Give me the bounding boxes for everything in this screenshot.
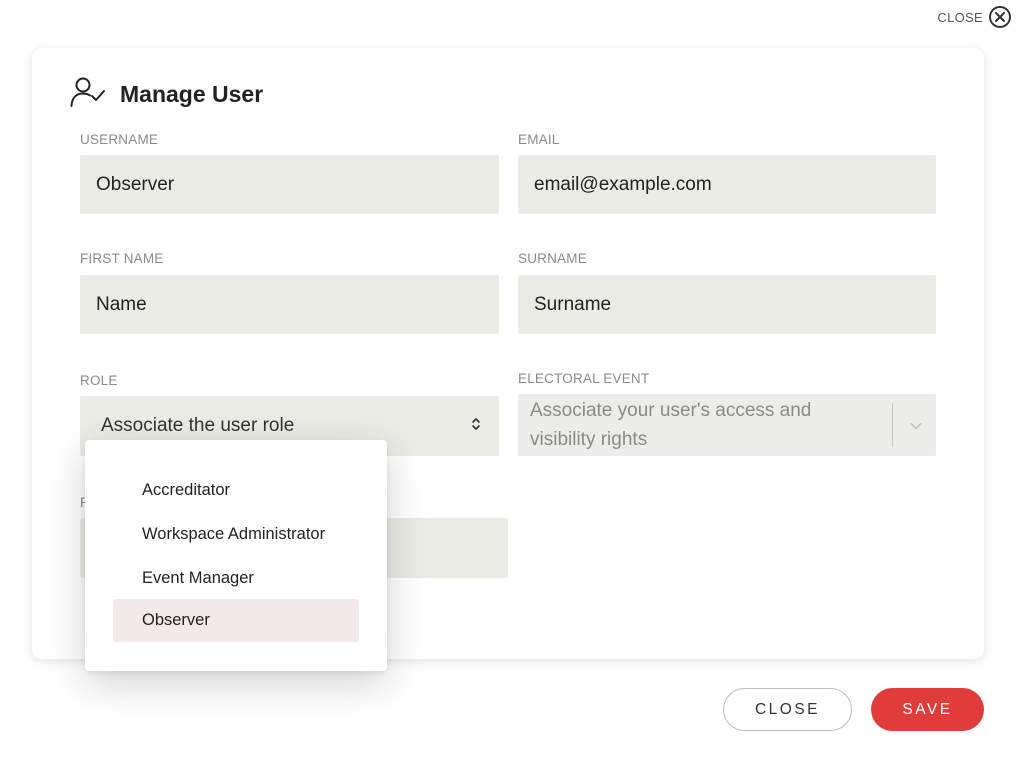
- surname-label: SURNAME: [518, 251, 587, 266]
- surname-value: Surname: [534, 293, 612, 315]
- electoral-event-placeholder-line2: visibility rights: [530, 429, 648, 450]
- role-label: ROLE: [80, 373, 118, 388]
- email-label: EMAIL: [518, 132, 560, 147]
- select-divider: [892, 403, 893, 447]
- close-button[interactable]: CLOSE: [723, 688, 852, 731]
- save-button[interactable]: SAVE: [871, 688, 984, 731]
- chevron-up-down-icon: [471, 415, 481, 437]
- electoral-event-select[interactable]: Associate your user's access and visibil…: [518, 394, 936, 456]
- page-title: Manage User: [120, 81, 264, 107]
- top-close-button[interactable]: CLOSE: [937, 6, 1011, 28]
- role-option-event-manager[interactable]: Event Manager: [113, 557, 359, 600]
- role-option-workspace-administrator[interactable]: Workspace Administrator: [113, 513, 359, 556]
- email-value: email@example.com: [534, 173, 712, 195]
- username-value: Observer: [96, 173, 175, 195]
- first-name-label: FIRST NAME: [80, 251, 164, 266]
- email-field[interactable]: email@example.com: [518, 155, 936, 214]
- title-row: Manage User: [70, 76, 263, 113]
- role-option-accreditator[interactable]: Accreditator: [113, 469, 359, 512]
- role-placeholder: Associate the user role: [101, 415, 295, 436]
- role-dropdown-menu: Accreditator Workspace Administrator Eve…: [85, 440, 387, 671]
- close-circle-icon[interactable]: [989, 6, 1011, 28]
- username-label: USERNAME: [80, 132, 159, 147]
- electoral-event-placeholder-line1: Associate your user's access and: [530, 400, 812, 421]
- user-check-icon: [70, 76, 106, 113]
- electoral-event-label: ELECTORAL EVENT: [518, 371, 650, 386]
- first-name-value: Name: [96, 293, 147, 315]
- top-close-label: CLOSE: [937, 9, 983, 25]
- chevron-down-icon: [909, 411, 923, 440]
- electoral-event-placeholder: Associate your user's access and visibil…: [530, 396, 811, 454]
- role-option-observer[interactable]: Observer: [113, 599, 359, 642]
- surname-field[interactable]: Surname: [518, 275, 936, 334]
- username-field[interactable]: Observer: [80, 155, 499, 214]
- first-name-field[interactable]: Name: [80, 275, 499, 334]
